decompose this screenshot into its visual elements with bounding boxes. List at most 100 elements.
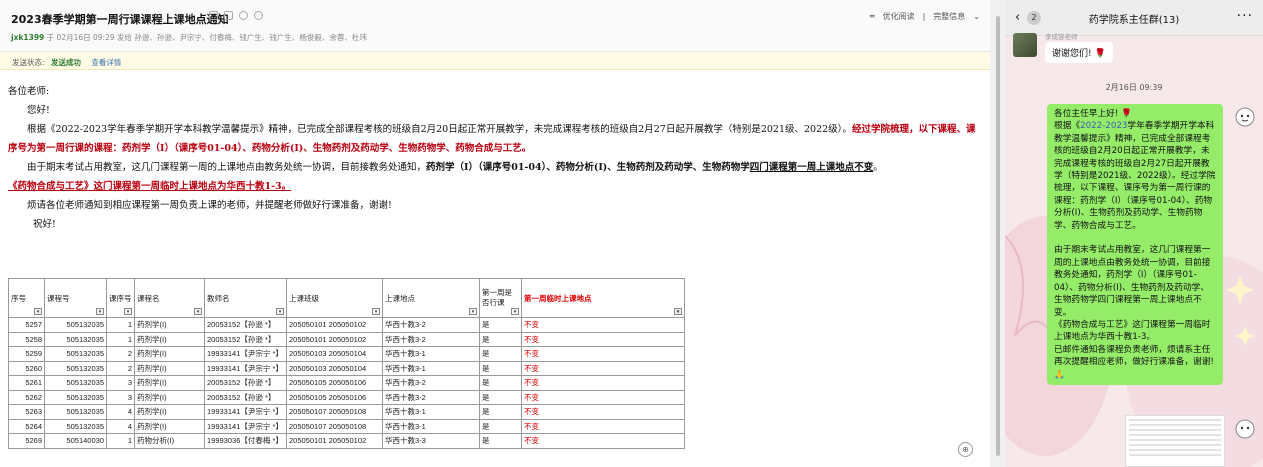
table-row[interactable]: 5260 505132035 2 药剂学(I) 19933141【尹宗宁 *】 20505…	[8, 360, 685, 376]
hello-line: 您好!	[27, 105, 50, 116]
table-cell: 2	[106, 360, 135, 376]
p2-bold: 药剂学（I）（课序号01-04）、药物分析(I)、生物药剂及药动学、生物药物学	[426, 162, 750, 173]
table-cell: 华西十教3-1	[382, 404, 480, 420]
table-cell: 不变	[521, 331, 685, 347]
filter-icon[interactable]: ▾	[674, 308, 682, 315]
sender-name[interactable]: jxk1399	[11, 33, 44, 42]
table-cell: 4	[106, 418, 135, 434]
filter-icon[interactable]: ▾	[124, 308, 132, 315]
table-cell: 19993036【付春梅 *】	[204, 433, 287, 449]
scrollbar-thumb[interactable]	[996, 16, 1000, 456]
table-cell: 华西十教3-1	[382, 346, 480, 362]
p2-underline: 四门课程第一周上课地点不变	[749, 162, 874, 173]
p1-text: 根据《2022-2023学年春季学期开学本科教学温馨提示》精神，已完成全部课程考…	[27, 124, 852, 135]
table-row[interactable]: 5259 505132035 2 药剂学(I) 19933141【尹宗宁 *】 20505…	[8, 346, 685, 362]
table-cell: 205050105 205050106	[286, 389, 383, 405]
flag-icon[interactable]	[209, 11, 218, 20]
mail-toolbar	[209, 11, 263, 20]
table-cell: 5263	[8, 404, 45, 420]
table-cell: 5264	[8, 418, 45, 434]
table-cell: 505132035	[44, 360, 107, 376]
table-cell: 5257	[8, 317, 45, 333]
sender-line: jxk1399 于 02月16日 09:29 发给 孙逊、孙逊、尹宗宁、付春梅、…	[11, 32, 367, 43]
print-icon[interactable]	[254, 11, 263, 20]
bookmark-icon[interactable]	[224, 11, 233, 20]
full-info-link[interactable]: 完整信息	[933, 11, 965, 22]
p2-text: 由于期末考试占用教室，这几门课程第一周的上课地点由教务处统一协调，目前接教务处通…	[27, 162, 427, 173]
sender-name: 李成容老师	[1045, 33, 1078, 41]
table-row[interactable]: 5258 505132035 1 药剂学(I) 20053152【孙逊 *】 205050…	[8, 331, 685, 347]
table-cell: 205050105 205050106	[286, 375, 383, 391]
mail-body: 各位老师: 您好! 根据《2022-2023学年春季学期开学本科教学温馨提示》精…	[8, 82, 983, 234]
col-header: 上课班级 ▾	[286, 278, 383, 318]
table-cell: 华西十教3-3	[382, 433, 480, 449]
table-cell: 505132035	[44, 317, 107, 333]
filter-icon[interactable]: ▾	[511, 308, 519, 315]
more-icon[interactable]: ···	[1237, 8, 1253, 24]
table-cell: 3	[106, 375, 135, 391]
table-cell: 1	[106, 433, 135, 449]
table-cell: 是	[479, 433, 522, 449]
table-row[interactable]: 5262 505132035 3 药剂学(I) 20053152【孙逊 *】 205050…	[8, 389, 685, 405]
table-cell: 5269	[8, 433, 45, 449]
paragraph-2: 由于期末考试占用教室，这几门课程第一周的上课地点由教务处统一协调，目前接教务处通…	[8, 158, 983, 177]
table-cell: 505132035	[44, 331, 107, 347]
table-cell: 药剂学(I)	[134, 418, 205, 434]
avatar[interactable]	[1013, 33, 1037, 57]
filter-icon[interactable]: ▾	[34, 308, 42, 315]
table-cell: 505132035	[44, 346, 107, 362]
table-cell: 药剂学(I)	[134, 317, 205, 333]
chat-title: 药学院系主任群(13)	[1088, 15, 1180, 26]
table-cell: 5258	[8, 331, 45, 347]
filter-icon[interactable]: ▾	[276, 308, 284, 315]
table-row[interactable]: 5257 505132035 1 药剂学(I) 20053152【孙逊 *】 205050…	[8, 317, 685, 333]
table-row[interactable]: 5269 505140030 1 药物分析(I) 19993036【付春梅 *】 2050…	[8, 433, 685, 449]
table-cell: 是	[479, 317, 522, 333]
table-cell: 205050107 205050108	[286, 404, 383, 420]
table-cell: 是	[479, 346, 522, 362]
table-cell: 205050107 205050108	[286, 418, 383, 434]
closing: 祝好!	[33, 219, 56, 230]
table-cell: 是	[479, 418, 522, 434]
avatar[interactable]	[1233, 416, 1257, 440]
filter-icon[interactable]: ▾	[372, 308, 380, 315]
table-cell: 205050103 205050104	[286, 360, 383, 376]
divider: |	[922, 12, 926, 21]
table-cell: 3	[106, 389, 135, 405]
table-cell: 药剂学(I)	[134, 389, 205, 405]
avatar[interactable]	[1233, 104, 1257, 128]
table-row[interactable]: 5263 505132035 4 药剂学(I) 19933141【尹宗宁 *】 20505…	[8, 404, 685, 420]
view-details-link[interactable]: 查看详情	[91, 58, 121, 67]
incoming-message[interactable]: 谢谢您们! 🌹	[1045, 42, 1113, 63]
table-row[interactable]: 5264 505132035 4 药剂学(I) 19933141【尹宗宁 *】 20505…	[8, 418, 685, 434]
zoom-icon[interactable]: ⊕	[958, 442, 973, 457]
msg-link[interactable]: 2022-2023	[1080, 121, 1127, 131]
table-cell: 20053152【孙逊 *】	[204, 389, 287, 405]
table-cell: 药剂学(I)	[134, 346, 205, 362]
course-table: 序号 ▾ 课程号 ▾ 课序号 ▾ 课程名 ▾ 教师名 ▾ 上课班级 ▾ 上课地点 ▾ 第一周是…	[8, 278, 685, 449]
filter-icon[interactable]: ▾	[469, 308, 477, 315]
filter-icon[interactable]: ▾	[96, 308, 104, 315]
chevron-down-icon[interactable]: ⌄	[973, 12, 980, 21]
table-cell: 是	[479, 375, 522, 391]
optimize-reading-link[interactable]: 优化阅读	[883, 11, 915, 22]
table-cell: 不变	[521, 404, 685, 420]
table-cell: 1	[106, 317, 135, 333]
table-body: 5257 505132035 1 药剂学(I) 20053152【孙逊 *】 205050…	[8, 317, 685, 449]
table-row[interactable]: 5261 505132035 3 药剂学(I) 20053152【孙逊 *】 205050…	[8, 375, 685, 391]
table-cell: 505132035	[44, 375, 107, 391]
col-header: 教师名 ▾	[204, 278, 287, 318]
mail-header: 2023春季学期第一周行课课程上课地点通知 ═ 优化阅读 | 完整信息 ⌄ jx…	[0, 0, 990, 52]
reading-mode-icon[interactable]: ═	[870, 12, 875, 21]
mail-subject: 2023春季学期第一周行课课程上课地点通知	[11, 13, 229, 26]
clock-icon[interactable]	[239, 11, 248, 20]
table-cell: 19933141【尹宗宁 *】	[204, 346, 287, 362]
col-header: 课程名 ▾	[134, 278, 205, 318]
table-cell: 5259	[8, 346, 45, 362]
table-cell: 1	[106, 331, 135, 347]
image-thumbnail[interactable]	[1125, 415, 1225, 467]
outgoing-message[interactable]: 各位主任早上好! 🌹 根据《2022-2023学年春季学期开学本科教学温馨提示》…	[1047, 104, 1223, 385]
col-header: 课程号 ▾	[44, 278, 107, 318]
filter-icon[interactable]: ▾	[194, 308, 202, 315]
col-header: 第一周是否行课 ▾	[479, 278, 522, 318]
